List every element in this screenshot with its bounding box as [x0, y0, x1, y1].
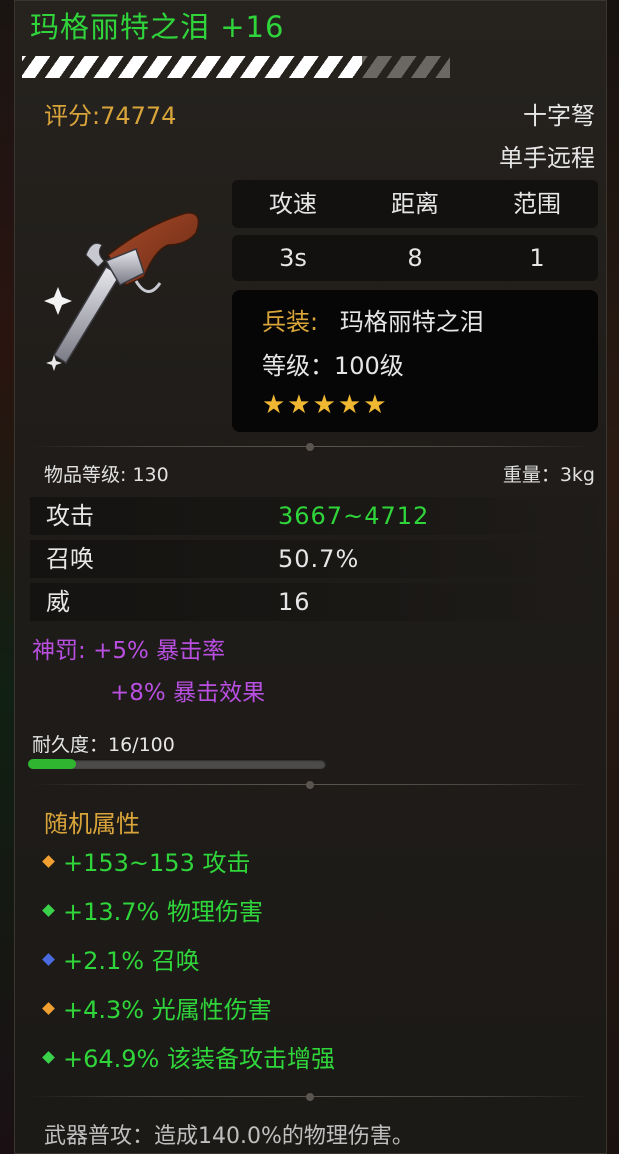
- gear-name-row: 兵装: 玛格丽特之泪: [262, 302, 484, 337]
- gear-level: 等级：100级: [262, 352, 404, 380]
- divine-bonus-crit-rate: +5% 暴击率: [93, 638, 226, 664]
- divine-effect-line-1: 神罚: +5% 暴击率: [32, 631, 225, 665]
- random-attribute: +64.9% 该装备攻击增强: [42, 1039, 335, 1074]
- blue-gem-icon: [42, 952, 55, 966]
- stat-header-area: 范围: [513, 190, 561, 218]
- random-attribute: +13.7% 物理伤害: [42, 892, 263, 927]
- stats-table-header: 攻速 距离 范围: [232, 180, 598, 228]
- attribute-row: 威 16: [30, 583, 602, 621]
- random-attribute: +153~153 攻击: [42, 843, 251, 878]
- item-level: 物品等级: 130: [44, 464, 169, 486]
- stat-value-attack-speed: 3s: [279, 244, 307, 272]
- gear-info-box: 兵装: 玛格丽特之泪 等级：100级 ★★★★★: [232, 290, 598, 432]
- random-attribute-text: +2.1% 召唤: [63, 947, 200, 975]
- durability-bar-fill: [28, 759, 76, 769]
- attribute-row: 攻击 3667~4712: [30, 497, 602, 535]
- flintlock-pistol-icon: [44, 212, 200, 371]
- green-gem-icon: [42, 903, 55, 917]
- attribute-name: 召唤: [46, 545, 94, 573]
- section-divider: [30, 442, 590, 452]
- random-attribute-text: +153~153 攻击: [63, 849, 251, 877]
- attribute-row: 召唤 50.7%: [30, 540, 602, 578]
- gear-label: 兵装:: [262, 308, 319, 336]
- item-weight: 重量：3kg: [502, 464, 595, 486]
- random-attribute: +4.3% 光属性伤害: [42, 990, 272, 1025]
- hand-type: 单手远程: [499, 144, 595, 172]
- enhance-progress-empty: [362, 56, 450, 78]
- background-left-edge: [0, 0, 14, 1154]
- stat-header-attack-speed: 攻速: [269, 190, 317, 218]
- gold-gem-icon: [42, 1001, 55, 1015]
- stats-table-values: 3s 8 1: [232, 235, 598, 281]
- durability-bar: [28, 759, 326, 769]
- random-attribute-text: +64.9% 该装备攻击增强: [63, 1045, 335, 1073]
- divine-bonus-crit-effect: +8% 暴击效果: [110, 680, 266, 706]
- attribute-value: 16: [278, 588, 311, 616]
- item-score: 评分:74774: [44, 102, 177, 130]
- stat-value-area: 1: [529, 244, 545, 272]
- attribute-value: 3667~4712: [278, 502, 430, 530]
- stat-header-range: 距离: [391, 190, 439, 218]
- attribute-value: 50.7%: [278, 545, 360, 573]
- random-attributes-title: 随机属性: [44, 810, 140, 838]
- gold-gem-icon: [42, 854, 55, 868]
- attribute-name: 威: [46, 588, 70, 616]
- weapon-basic-attack-description: 武器普攻：造成140.0%的物理伤害。: [44, 1124, 414, 1149]
- background-right-edge: [607, 0, 619, 1154]
- durability-label: 耐久度：16/100: [32, 734, 175, 756]
- stat-value-range: 8: [407, 244, 423, 272]
- random-attribute-text: +4.3% 光属性伤害: [63, 996, 272, 1024]
- gear-name: 玛格丽特之泪: [339, 308, 484, 336]
- enhance-progress-stripes: [22, 56, 450, 78]
- section-divider: [30, 780, 590, 790]
- item-title: 玛格丽特之泪 +16: [30, 10, 285, 44]
- random-attribute: +2.1% 召唤: [42, 941, 200, 976]
- star-rating: ★★★★★: [262, 390, 389, 420]
- weapon-type: 十字弩: [523, 102, 595, 130]
- divine-label: 神罚:: [32, 638, 86, 664]
- section-divider: [30, 1092, 590, 1102]
- random-attribute-text: +13.7% 物理伤害: [63, 898, 263, 926]
- attribute-name: 攻击: [46, 502, 94, 530]
- green-gem-icon: [42, 1050, 55, 1064]
